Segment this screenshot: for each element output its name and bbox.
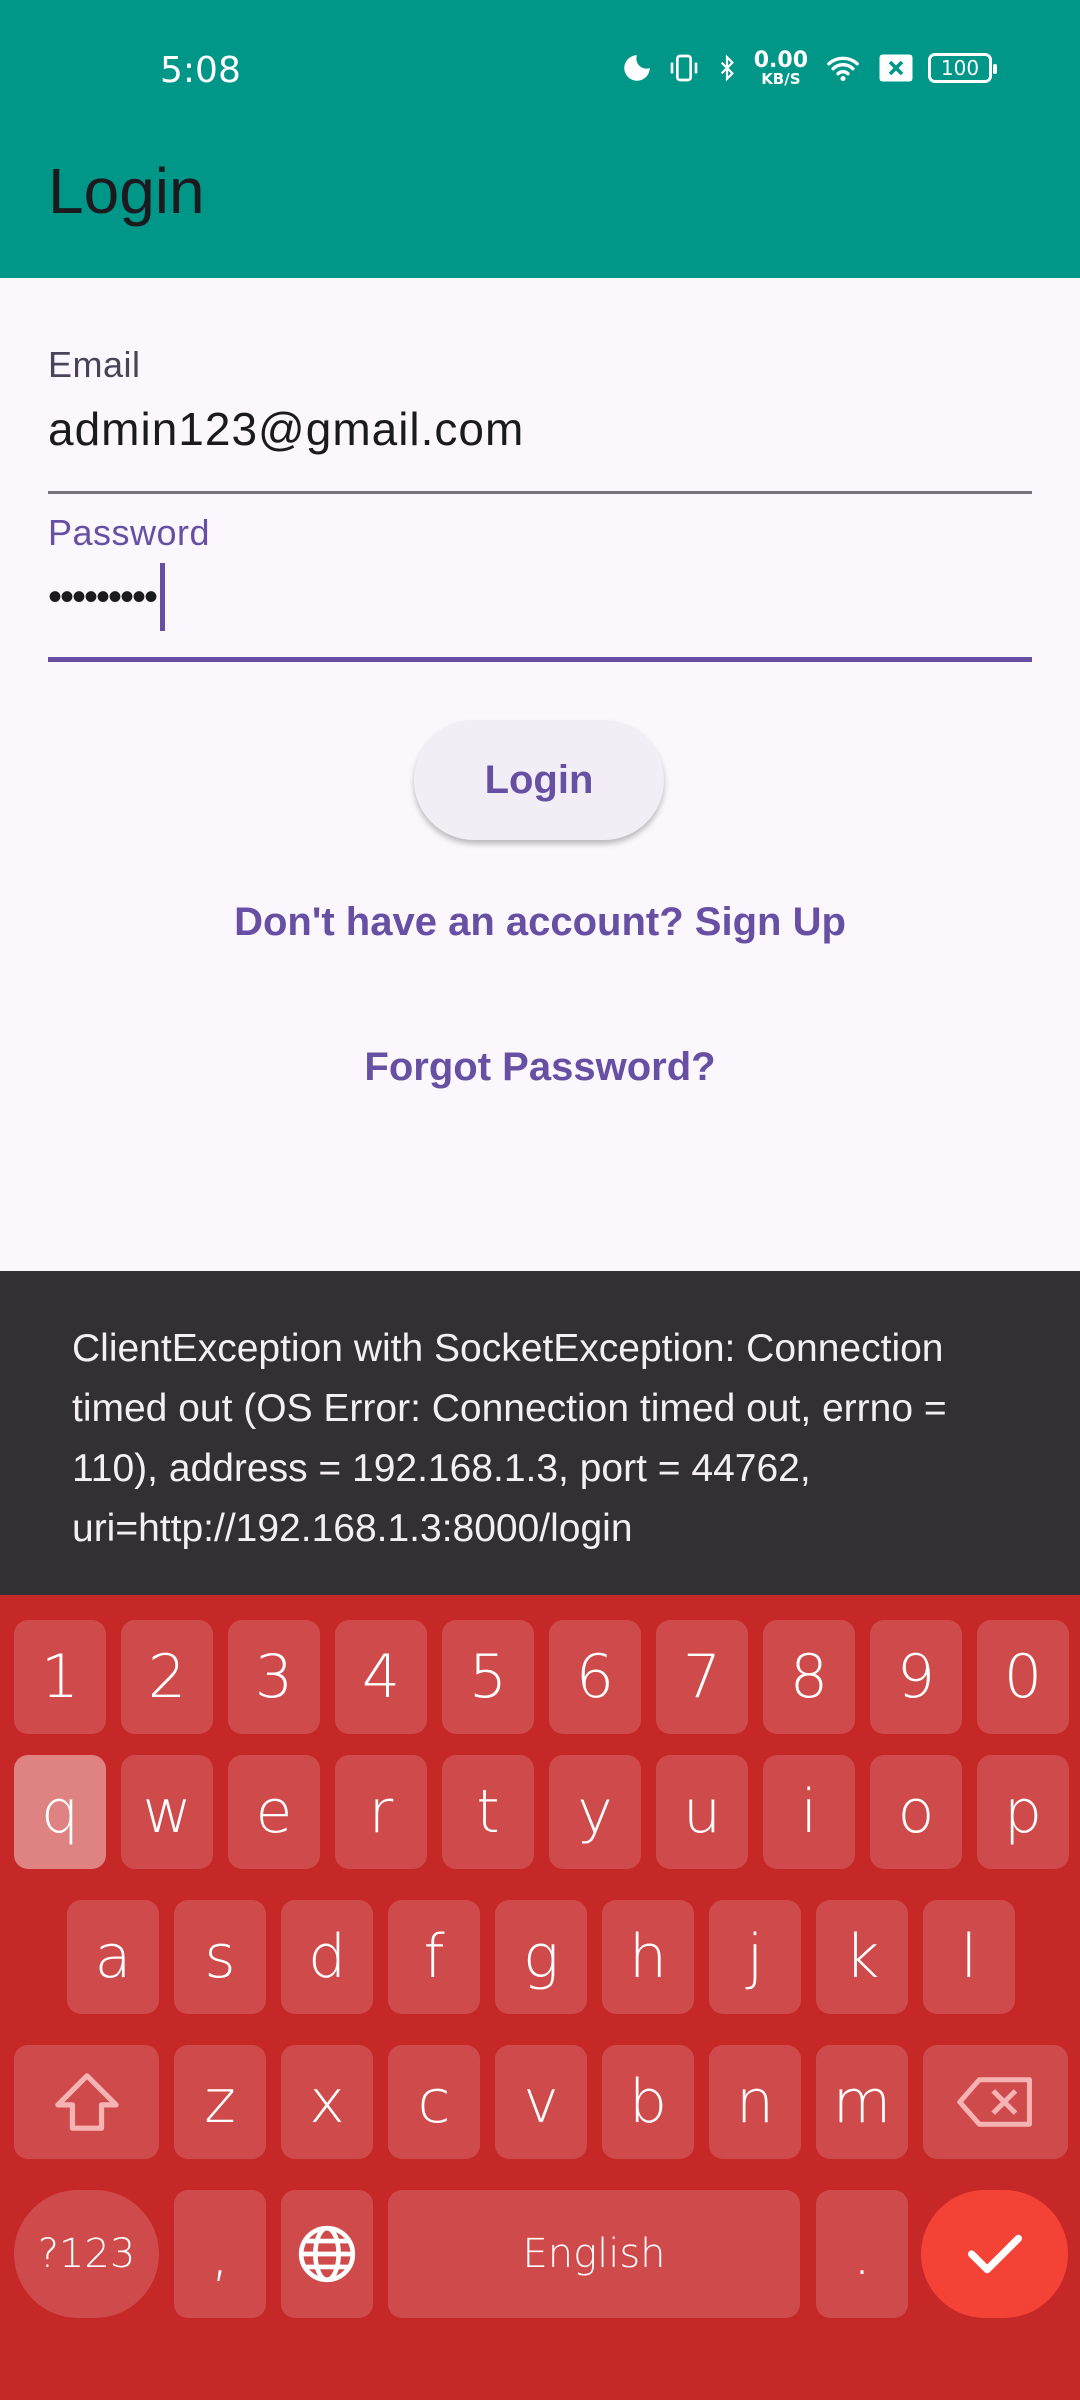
key-y[interactable]: y <box>549 1755 641 1869</box>
backspace-key[interactable] <box>923 2045 1068 2159</box>
key-1[interactable]: 1 <box>14 1620 106 1734</box>
page-title: Login <box>48 155 205 227</box>
key-s[interactable]: s <box>174 1900 266 2014</box>
space-key[interactable]: English <box>388 2190 800 2318</box>
status-icons: 0.00 KB/S 100 <box>620 46 997 90</box>
email-value[interactable]: admin123@gmail.com <box>48 396 1032 462</box>
key-n[interactable]: n <box>709 2045 801 2159</box>
vibrate-icon <box>670 54 698 82</box>
password-underline <box>48 657 1032 662</box>
key-q[interactable]: q <box>14 1755 106 1869</box>
password-value[interactable]: ••••••••• <box>48 563 1032 631</box>
password-text: ••••••••• <box>48 574 158 619</box>
email-label: Email <box>48 344 141 385</box>
key-7[interactable]: 7 <box>656 1620 748 1734</box>
language-key[interactable] <box>281 2190 373 2318</box>
key-o[interactable]: o <box>870 1755 962 1869</box>
key-f[interactable]: f <box>388 1900 480 2014</box>
bluetooth-icon <box>720 54 734 82</box>
moon-icon <box>623 55 650 81</box>
key-r[interactable]: r <box>335 1755 427 1869</box>
app-bar: Login <box>0 144 1080 278</box>
wifi-icon <box>827 56 859 82</box>
key-9[interactable]: 9 <box>870 1620 962 1734</box>
globe-icon <box>298 2225 356 2283</box>
net-speed-unit: KB/S <box>761 69 801 88</box>
key-5[interactable]: 5 <box>442 1620 534 1734</box>
battery-icon: 100 <box>928 53 997 83</box>
key-h[interactable]: h <box>602 1900 694 2014</box>
key-p[interactable]: p <box>977 1755 1069 1869</box>
signup-link[interactable]: Don't have an account? Sign Up <box>0 900 1080 945</box>
status-bar: 5:08 0.00 KB/S 100 <box>0 0 1080 144</box>
error-snackbar: ClientException with SocketException: Co… <box>0 1271 1080 1595</box>
key-b[interactable]: b <box>602 2045 694 2159</box>
key-d[interactable]: d <box>281 1900 373 2014</box>
key-t[interactable]: t <box>442 1755 534 1869</box>
key-6[interactable]: 6 <box>549 1620 641 1734</box>
shift-key[interactable] <box>14 2045 159 2159</box>
key-x[interactable]: x <box>281 2045 373 2159</box>
email-text: admin123@gmail.com <box>48 403 525 455</box>
text-cursor <box>160 563 166 631</box>
key-a[interactable]: a <box>67 1900 159 2014</box>
key-i[interactable]: i <box>763 1755 855 1869</box>
checkmark-icon <box>967 2234 1022 2274</box>
status-time: 5:08 <box>160 50 241 91</box>
key-g[interactable]: g <box>495 1900 587 2014</box>
key-c[interactable]: c <box>388 2045 480 2159</box>
key-2[interactable]: 2 <box>121 1620 213 1734</box>
shift-icon <box>54 2073 119 2131</box>
key-k[interactable]: k <box>816 1900 908 2014</box>
key-4[interactable]: 4 <box>335 1620 427 1734</box>
comma-key[interactable]: , <box>174 2190 266 2318</box>
key-e[interactable]: e <box>228 1755 320 1869</box>
key-8[interactable]: 8 <box>763 1620 855 1734</box>
login-button[interactable]: Login <box>414 720 664 840</box>
key-v[interactable]: v <box>495 2045 587 2159</box>
key-l[interactable]: l <box>923 1900 1015 2014</box>
forgot-password-link[interactable]: Forgot Password? <box>0 1045 1080 1090</box>
key-m[interactable]: m <box>816 2045 908 2159</box>
key-w[interactable]: w <box>121 1755 213 1869</box>
email-field[interactable]: Email admin123@gmail.com <box>48 344 1032 494</box>
backspace-icon <box>956 2077 1032 2127</box>
key-j[interactable]: j <box>709 1900 801 2014</box>
key-0[interactable]: 0 <box>977 1620 1069 1734</box>
sim-x-icon <box>879 54 913 82</box>
soft-keyboard: 1 2 3 4 5 6 7 8 9 0 q w e r t y u i o p … <box>0 1595 1080 2400</box>
net-speed-value: 0.00 <box>753 47 808 73</box>
symbols-key[interactable]: ?123 <box>14 2190 159 2318</box>
net-speed: 0.00 KB/S <box>753 47 808 88</box>
period-key[interactable]: . <box>816 2190 908 2318</box>
key-z[interactable]: z <box>174 2045 266 2159</box>
key-3[interactable]: 3 <box>228 1620 320 1734</box>
enter-key[interactable] <box>921 2190 1068 2318</box>
email-underline <box>48 491 1032 494</box>
password-field[interactable]: Password ••••••••• <box>48 512 1032 662</box>
snackbar-message: ClientException with SocketException: Co… <box>72 1327 947 1550</box>
password-label: Password <box>48 512 211 553</box>
key-u[interactable]: u <box>656 1755 748 1869</box>
